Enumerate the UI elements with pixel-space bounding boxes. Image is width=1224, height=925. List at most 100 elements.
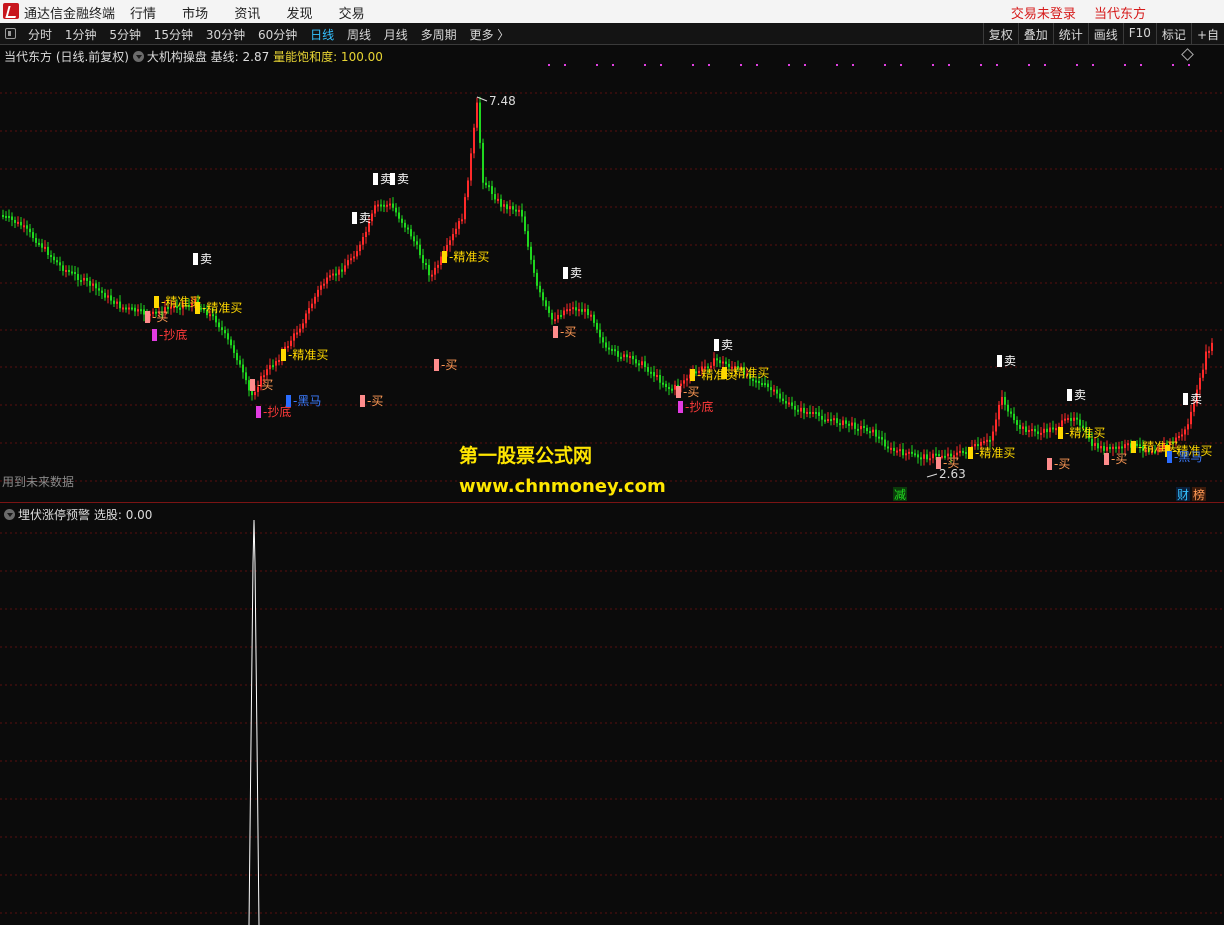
tab-1min[interactable]: 1分钟	[65, 28, 97, 42]
tab-weekly[interactable]: 周线	[347, 28, 371, 42]
candle-body	[794, 405, 796, 410]
candle-body	[554, 319, 556, 322]
tool-overlay-button[interactable]: 叠加	[1017, 23, 1053, 44]
candle-body	[302, 323, 304, 329]
sub-indicator-dropdown-icon[interactable]	[4, 509, 15, 520]
candle-body	[1124, 444, 1126, 449]
candle-body	[215, 315, 217, 323]
candle-body	[1094, 443, 1096, 446]
menu-trade[interactable]: 交易	[339, 7, 365, 22]
kline-chart[interactable]: 卖卖卖 卖卖卖卖卖 卖-精准买 -精准买-精准买-精准买-精准买-精准买-精准买-精准…	[0, 45, 1224, 502]
tab-30min[interactable]: 30分钟	[206, 28, 245, 42]
candle-body	[788, 402, 790, 405]
indicator-dropdown-icon[interactable]	[132, 51, 144, 62]
candle-body	[371, 213, 373, 222]
menu-news[interactable]: 资讯	[234, 7, 260, 22]
corner-tag: 榜	[1193, 487, 1205, 502]
chart-tools: 复权 叠加 统计 画线 F10 标记 +自	[982, 23, 1224, 44]
menu-discover[interactable]: 发现	[286, 7, 312, 22]
sub-indicator-chart[interactable]	[0, 503, 1224, 925]
high-price-label: 7.48	[489, 94, 516, 108]
corner-tag: 财	[1177, 488, 1189, 502]
candle-body	[539, 285, 541, 293]
candle-body	[506, 204, 508, 210]
sub-indicator-name[interactable]: 埋伏涨停预警	[18, 508, 90, 522]
signal-marker	[373, 173, 378, 185]
tool-draw-button[interactable]: 画线	[1087, 23, 1123, 44]
signal-marker	[997, 355, 1002, 367]
candle-body	[476, 102, 478, 128]
candle-body	[320, 285, 322, 290]
candle-body	[233, 345, 235, 353]
candle-body	[815, 411, 817, 414]
candle-body	[890, 447, 892, 450]
tool-stats-button[interactable]: 统计	[1052, 23, 1088, 44]
candle-body	[470, 153, 472, 181]
menu-market[interactable]: 市场	[182, 7, 208, 22]
candle-body	[1043, 428, 1045, 433]
tab-timeshare[interactable]: 分时	[28, 28, 52, 42]
tab-multi-period[interactable]: 多周期	[421, 28, 457, 42]
candle-body	[413, 236, 415, 242]
app-logo-icon	[3, 3, 19, 19]
candle-body	[14, 219, 16, 223]
candle-body	[719, 360, 721, 364]
candle-body	[1040, 432, 1042, 435]
candle-body	[764, 383, 766, 386]
candle-body	[518, 209, 520, 212]
tool-f10-button[interactable]: F10	[1122, 23, 1156, 44]
candle-body	[638, 363, 640, 366]
menu-market-quotes[interactable]: 行情	[130, 7, 156, 22]
candle-body	[74, 272, 76, 275]
candle-body	[68, 269, 70, 272]
candle-body	[407, 227, 409, 230]
candle-body	[296, 332, 298, 335]
candle-body	[494, 194, 496, 200]
signal-dot	[708, 64, 710, 66]
candle-body	[875, 429, 877, 437]
tool-custom-button[interactable]: +自	[1190, 23, 1224, 44]
tool-mark-button[interactable]: 标记	[1155, 23, 1191, 44]
candle-body	[1211, 342, 1213, 351]
candle-body	[107, 295, 109, 298]
candle-body	[1031, 428, 1033, 431]
candle-body	[65, 269, 67, 272]
tab-daily[interactable]: 日线	[310, 28, 334, 42]
signal-dot	[932, 64, 934, 66]
tab-more[interactable]: 更多 〉	[469, 28, 509, 42]
candle-body	[254, 391, 256, 396]
tab-15min[interactable]: 15分钟	[154, 28, 193, 42]
sub-indicator-panel[interactable]: 埋伏涨停预警 选股: 0.00	[0, 503, 1224, 925]
signal-label-sell: 卖	[1190, 392, 1202, 406]
candle-body	[488, 185, 490, 188]
tab-monthly[interactable]: 月线	[384, 28, 408, 42]
candle-body	[428, 264, 430, 276]
candle-body	[242, 364, 244, 373]
candle-body	[1205, 351, 1207, 370]
candle-body	[497, 198, 499, 201]
candle-body	[20, 221, 22, 226]
candle-body	[935, 453, 937, 456]
main-chart-panel[interactable]: 卖卖卖卖卖卖卖卖卖 -精准买 -精准买 -精准买 -精准买 -精准买 -精准买 -精准买 -精准…	[0, 45, 1224, 502]
candle-body	[644, 361, 646, 368]
signal-dot	[804, 64, 806, 66]
panel-toggle-icon[interactable]	[5, 28, 16, 39]
candle-body	[437, 264, 439, 268]
tab-60min[interactable]: 60分钟	[258, 28, 297, 42]
candle-body	[1067, 418, 1069, 421]
signal-marker	[1183, 393, 1188, 405]
candle-body	[1103, 446, 1105, 451]
signal-marker	[690, 369, 695, 381]
indicator-name[interactable]: 大机构操盘	[147, 50, 207, 64]
candle-body	[515, 209, 517, 212]
candle-body	[536, 272, 538, 286]
candle-body	[1190, 411, 1192, 425]
tab-5min[interactable]: 5分钟	[109, 28, 141, 42]
trade-login-status[interactable]: 交易未登录	[1011, 7, 1076, 22]
candle-body	[395, 207, 397, 213]
candle-body	[503, 204, 505, 207]
tool-adjust-button[interactable]: 复权	[982, 23, 1018, 44]
candle-body	[404, 222, 406, 228]
candle-body	[110, 295, 112, 301]
current-stock-name[interactable]: 当代东方	[1094, 7, 1146, 22]
